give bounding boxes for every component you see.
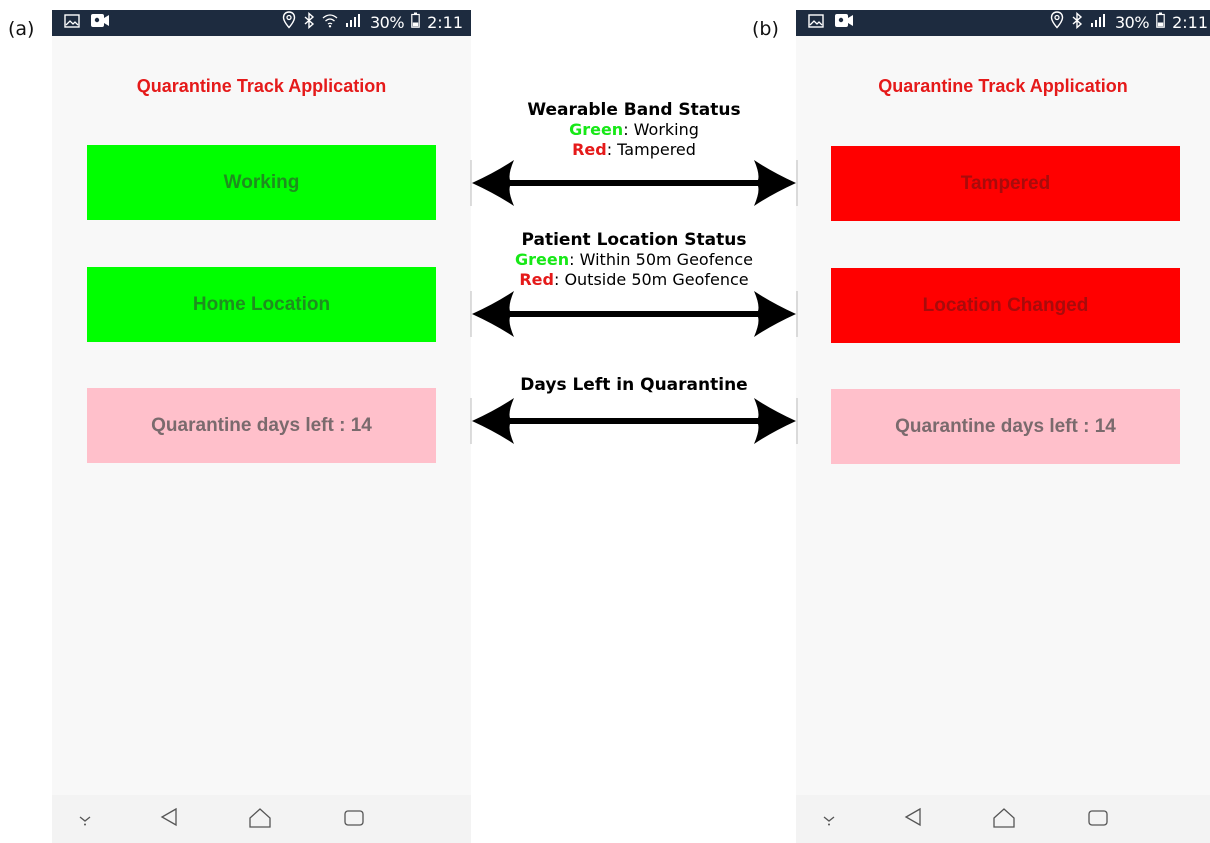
back-icon[interactable] xyxy=(160,807,178,831)
back-icon[interactable] xyxy=(904,807,922,831)
band-legend-red-word: Red xyxy=(572,140,607,159)
location-pin-icon xyxy=(282,11,296,33)
days-left-indicator: Quarantine days left : 14 xyxy=(87,388,436,463)
battery-percent: 30% xyxy=(1115,12,1150,32)
video-icon xyxy=(834,13,854,32)
band-status-double-arrow-icon xyxy=(470,160,798,206)
days-left-label: Quarantine days left : 14 xyxy=(895,415,1116,437)
band-legend-green-word: Green xyxy=(569,120,624,139)
battery-percent: 30% xyxy=(370,12,405,32)
battery-icon xyxy=(411,12,420,32)
clock: 2:11 xyxy=(427,12,463,32)
location-status-legend: Patient Location Status Green: Within 50… xyxy=(470,230,798,290)
band-status-indicator: Tampered xyxy=(831,146,1180,221)
location-pin-icon xyxy=(1050,11,1064,33)
gallery-icon xyxy=(64,13,80,32)
band-legend-green-text: : Working xyxy=(623,120,699,139)
chevron-down-icon[interactable] xyxy=(822,811,836,830)
recents-icon[interactable] xyxy=(343,809,365,831)
navigation-bar xyxy=(796,795,1210,843)
status-bar: 30% 2:11 xyxy=(52,10,471,36)
app-title: Quarantine Track Application xyxy=(878,76,1128,96)
panel-label-a: (a) xyxy=(8,18,35,40)
clock: 2:11 xyxy=(1172,12,1208,32)
location-legend-red-text: : Outside 50m Geofence xyxy=(553,270,749,289)
status-bar: 30% 2:11 xyxy=(796,10,1210,36)
battery-icon xyxy=(1156,12,1165,32)
navigation-bar xyxy=(52,795,471,843)
location-status-label: Location Changed xyxy=(922,294,1089,316)
gallery-icon xyxy=(808,13,824,32)
bluetooth-icon xyxy=(303,11,315,33)
location-status-label: Home Location xyxy=(192,293,331,315)
location-legend-green-text: : Within 50m Geofence xyxy=(569,250,753,269)
signal-icon xyxy=(345,12,363,32)
location-legend-title: Patient Location Status xyxy=(521,230,747,250)
days-left-label: Quarantine days left : 14 xyxy=(151,414,372,436)
days-legend-title: Days Left in Quarantine xyxy=(520,375,748,395)
days-left-legend: Days Left in Quarantine xyxy=(470,375,798,395)
days-left-indicator: Quarantine days left : 14 xyxy=(831,389,1180,464)
location-status-indicator: Location Changed xyxy=(831,268,1180,343)
home-icon[interactable] xyxy=(992,807,1016,833)
band-status-label: Working xyxy=(223,171,300,193)
days-left-double-arrow-icon xyxy=(470,398,798,444)
signal-icon xyxy=(1090,12,1108,32)
location-legend-red-word: Red xyxy=(519,270,554,289)
wifi-icon xyxy=(322,13,338,32)
panel-label-b: (b) xyxy=(752,18,779,40)
band-status-legend: Wearable Band Status Green: Working Red:… xyxy=(470,100,798,160)
home-icon[interactable] xyxy=(248,807,272,833)
video-icon xyxy=(90,13,110,32)
bluetooth-icon xyxy=(1071,11,1083,33)
phone-screen-a: 30% 2:11 Quarantine Track Application Wo… xyxy=(52,10,471,843)
location-legend-green-word: Green xyxy=(515,250,570,269)
recents-icon[interactable] xyxy=(1087,809,1109,831)
location-status-double-arrow-icon xyxy=(470,291,798,337)
band-status-label: Tampered xyxy=(960,172,1051,194)
chevron-down-icon[interactable] xyxy=(78,811,92,830)
app-title: Quarantine Track Application xyxy=(136,76,387,96)
band-status-indicator: Working xyxy=(87,145,436,220)
phone-screen-b: 30% 2:11 Quarantine Track Application Ta… xyxy=(796,10,1210,843)
band-legend-red-text: : Tampered xyxy=(606,140,696,159)
band-legend-title: Wearable Band Status xyxy=(527,100,741,120)
location-status-indicator: Home Location xyxy=(87,267,436,342)
